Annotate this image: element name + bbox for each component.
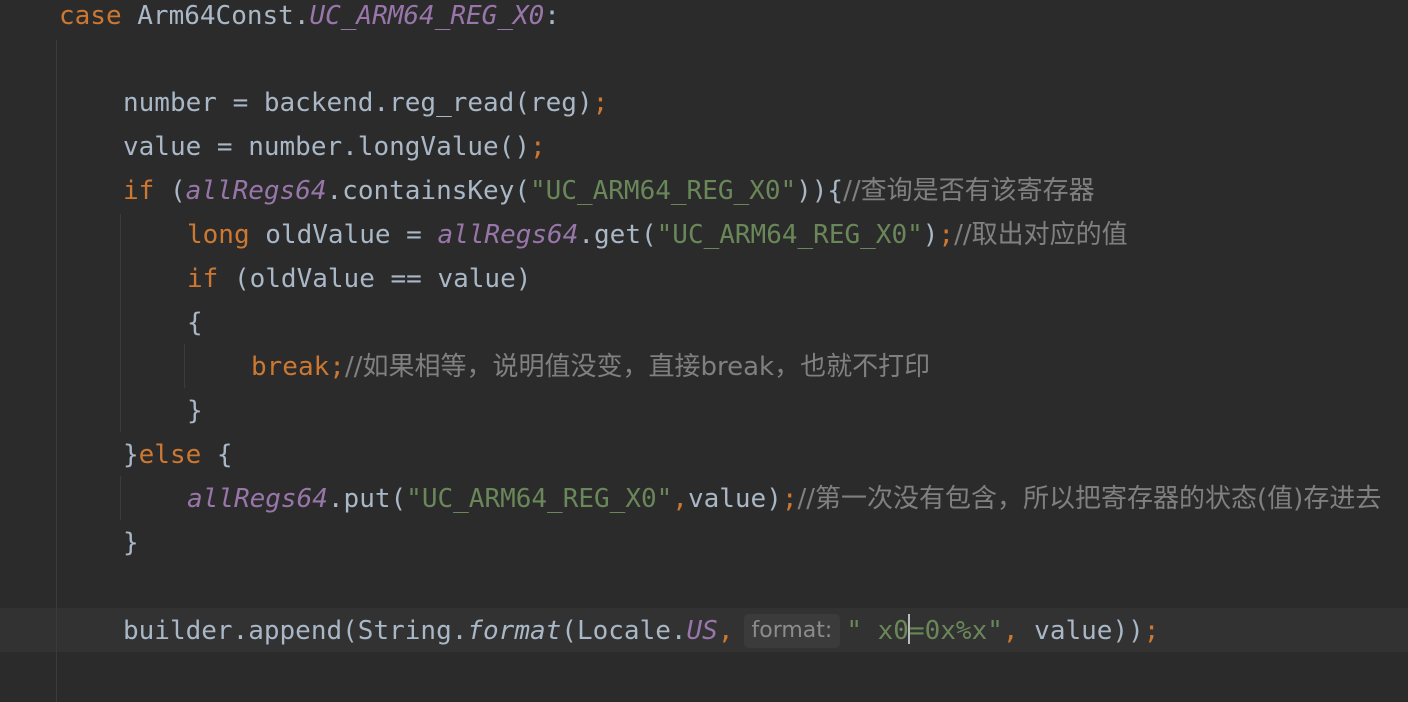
argument: value) (687, 484, 782, 514)
code-line[interactable]: number = backend.reg_read(reg); (123, 81, 608, 125)
brace: { (187, 308, 203, 338)
paren-close: ) (922, 220, 939, 250)
argument: (Locale. (561, 616, 687, 646)
comma: , (1002, 616, 1019, 646)
method-call: .put( (327, 484, 407, 514)
keyword-break: break (251, 352, 330, 382)
code-line[interactable]: }else { (123, 433, 233, 477)
code-line[interactable]: case Arm64Const.UC_ARM64_REG_X0: (59, 0, 560, 38)
statement: number = backend.reg_read(reg) (123, 88, 593, 118)
parameter-hint: format: (743, 614, 841, 648)
static-method: format (467, 616, 562, 646)
keyword-if: if (187, 264, 219, 294)
string-literal: "UC_ARM64_REG_X0" (406, 484, 673, 514)
comma: , (672, 484, 688, 514)
code-line[interactable]: } (123, 521, 139, 565)
declaration: oldValue = (249, 220, 438, 250)
code-editor[interactable]: case Arm64Const.UC_ARM64_REG_X0: number … (0, 0, 1408, 702)
comma: , (717, 616, 734, 646)
condition: (oldValue == value) (218, 264, 532, 294)
code-line[interactable]: { (187, 301, 203, 345)
string-literal: " x0 (846, 616, 909, 646)
colon: : (544, 1, 560, 31)
comment: //如果相等，说明值没变，直接break，也就不打印 (344, 352, 931, 382)
constant-ref: US (686, 616, 718, 646)
comment: //取出对应的值 (954, 220, 1128, 250)
field-ref: allRegs64 (187, 484, 328, 514)
argument: value)) (1018, 616, 1144, 646)
code-line[interactable]: } (187, 389, 203, 433)
statement: value = number.longValue() (123, 132, 530, 162)
code-line[interactable]: allRegs64.put("UC_ARM64_REG_X0",value);/… (187, 477, 1381, 521)
code-line[interactable]: break;//如果相等，说明值没变，直接break，也就不打印 (251, 345, 930, 389)
code-line[interactable]: long oldValue = allRegs64.get("UC_ARM64_… (187, 213, 1128, 257)
field-ref: allRegs64 (185, 176, 327, 206)
field-ref: allRegs64 (437, 220, 579, 250)
brace: } (187, 396, 203, 426)
code-line[interactable]: value = number.longValue(); (123, 125, 546, 169)
comment: //第一次没有包含，所以把寄存器的状态(值)存进去 (797, 484, 1382, 514)
keyword-else: else (138, 440, 202, 470)
paren-open: ( (154, 176, 186, 206)
string-literal: =0x%x" (908, 616, 1003, 646)
indent-guide (120, 476, 121, 520)
string-literal: "UC_ARM64_REG_X0" (656, 220, 923, 250)
semicolon: ; (1143, 616, 1160, 646)
comment: //查询是否有该寄存器 (843, 176, 1095, 206)
keyword-long: long (187, 220, 250, 250)
indent-guide (56, 40, 57, 702)
semicolon: ; (781, 484, 798, 514)
brace: } (123, 528, 139, 558)
code-line-current[interactable]: builder.append(String.format(Locale.US, f… (123, 609, 1159, 653)
keyword-if: if (123, 176, 155, 206)
constant-ref: UC_ARM64_REG_X0 (309, 1, 545, 31)
code-line[interactable]: if (oldValue == value) (187, 257, 531, 301)
indent-guide (120, 214, 121, 432)
paren-close: )){ (796, 176, 844, 206)
brace-open: { (201, 440, 233, 470)
method-call: .containsKey( (326, 176, 531, 206)
brace: } (123, 440, 139, 470)
semicolon: ; (938, 220, 955, 250)
semicolon: ; (530, 132, 546, 162)
method-call: .get( (578, 220, 657, 250)
keyword-case: case (59, 1, 122, 31)
method-call: builder.append(String. (123, 616, 468, 646)
indent-guide (184, 344, 185, 388)
semicolon: ; (329, 352, 345, 382)
string-literal: "UC_ARM64_REG_X0" (530, 176, 797, 206)
code-line[interactable]: if (allRegs64.containsKey("UC_ARM64_REG_… (123, 169, 1095, 213)
semicolon: ; (592, 88, 609, 118)
class-ref: Arm64Const. (137, 1, 310, 31)
